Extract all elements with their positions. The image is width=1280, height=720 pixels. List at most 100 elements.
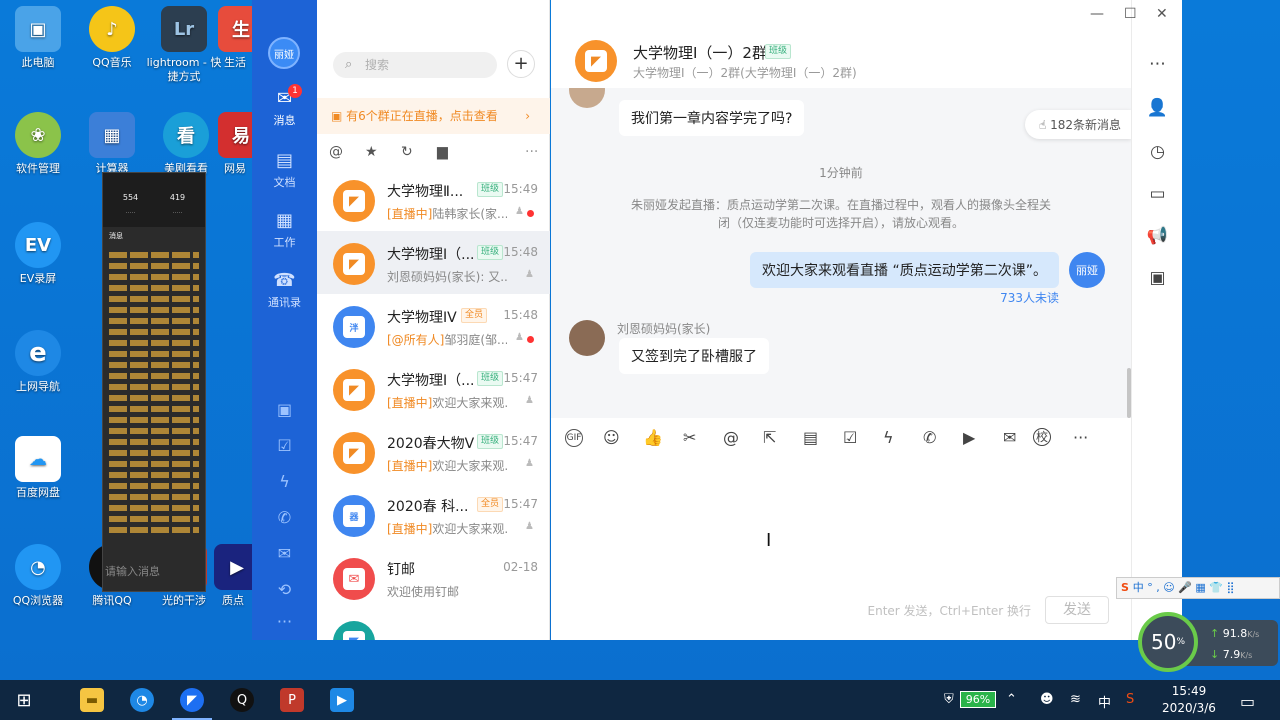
ev-recorder-icon: EV <box>15 222 61 268</box>
mail-icon[interactable]: ✉ <box>1003 428 1016 447</box>
mail-icon[interactable]: ✉ <box>252 544 317 563</box>
panel-message-input[interactable]: 请输入消息 <box>105 563 160 579</box>
conversation-item[interactable]: ◤ 大学物理Ⅱ... 班级 15:49 [直播中]陆韩家长(家... ♟ <box>317 168 550 231</box>
desktop-icon-ie[interactable]: e 上网导航 <box>0 330 76 394</box>
checkbox-icon[interactable]: ☑ <box>843 428 857 447</box>
desktop-icon-lightroom[interactable]: Lr lightroom - 快捷方式 <box>146 6 222 84</box>
archive-filter-icon[interactable]: ▆ <box>437 144 448 160</box>
todo-icon[interactable]: ☑ <box>252 436 317 455</box>
conversation-item[interactable]: ◤ 大学物理I（... 班级 15:47 [直播中]欢迎大家来观... ♟ <box>317 357 550 420</box>
call-icon[interactable]: ✆ <box>923 428 936 447</box>
conversation-item[interactable]: ◤ 2020春大物V 班级 15:47 [直播中]欢迎大家来观... ♟ <box>317 420 550 483</box>
shield-icon[interactable]: ⛨ <box>944 692 954 707</box>
apps-icon[interactable]: ⟲ <box>252 580 317 599</box>
thumbs-up-icon[interactable]: 👍 <box>643 428 663 447</box>
desktop-icon-qq-browser[interactable]: ◔ QQ浏览器 <box>0 544 76 608</box>
message-bubble[interactable]: 我们第一章内容学完了吗? <box>619 100 805 136</box>
sogou-tray-icon[interactable]: S <box>1126 692 1134 707</box>
ime-toolbar[interactable]: S 中 ° , ☺ 🎤 ▦ 👕 ⣿ <box>1116 577 1280 599</box>
announcement-icon[interactable]: 📢 <box>1132 226 1183 246</box>
mention-filter-icon[interactable]: @ <box>329 144 343 160</box>
conversation-item[interactable]: ✉ 钉邮 02-18 欢迎使用钉邮 <box>317 546 550 609</box>
school-icon[interactable]: 校 <box>1033 428 1051 446</box>
file-explorer-icon[interactable]: ▬ <box>80 688 104 712</box>
folder-icon[interactable]: ⇱ <box>763 428 776 447</box>
desktop-icon-calculator[interactable]: ▦ 计算器 <box>74 112 150 176</box>
star-filter-icon[interactable]: ★ <box>365 144 378 160</box>
computer-icon: ▣ <box>15 6 61 52</box>
group-avatar-icon[interactable]: ◤ <box>575 40 617 82</box>
new-messages-button[interactable]: ☝ 182条新消息 <box>1024 110 1131 139</box>
desktop-icon-meiju[interactable]: 看美剧看看 <box>148 112 224 176</box>
user-avatar[interactable]: 丽娅 <box>268 37 300 69</box>
files-icon[interactable]: ▭ <box>1132 184 1183 204</box>
nav-work[interactable]: ▦ 工作 <box>252 210 317 250</box>
live-tv-icon[interactable]: ▣ <box>1132 268 1183 288</box>
calendar-icon[interactable]: ▤ <box>803 428 818 447</box>
calendar-icon[interactable]: ▣ <box>252 400 317 419</box>
desktop-icon-life[interactable]: 生生活 <box>218 6 252 70</box>
ppt-taskbar-icon[interactable]: P <box>280 688 304 712</box>
wifi-icon[interactable]: ≋ <box>1070 692 1081 707</box>
my-message-bubble[interactable]: 欢迎大家来观看直播 “质点运动学第二次课”。 <box>750 252 1059 288</box>
minimize-icon[interactable]: — <box>1090 6 1104 22</box>
battery-indicator[interactable]: 96% <box>960 691 996 708</box>
send-button[interactable]: 发送 <box>1045 596 1109 624</box>
floating-live-panel[interactable]: 554 ····· 419 ····· 消息 请输入消息 <box>102 172 206 592</box>
group-avatar-icon: 器 <box>333 495 375 537</box>
nav-contacts[interactable]: ☎ 通讯录 <box>252 270 317 310</box>
desktop-icon-software-manager[interactable]: ❀ 软件管理 <box>0 112 76 176</box>
gif-icon[interactable]: GIF <box>565 429 583 447</box>
dingtalk-icon[interactable]: ◤ <box>180 688 204 712</box>
unread-count[interactable]: 733人未读 <box>1000 289 1059 306</box>
mention-icon[interactable]: @ <box>723 428 739 447</box>
phone-icon[interactable]: ✆ <box>252 508 317 527</box>
add-member-icon[interactable]: 👤 <box>1132 98 1183 118</box>
nav-messages[interactable]: ✉ 消息 1 <box>252 84 317 128</box>
conversation-item[interactable]: 泮 大学物理IV 全员 15:48 [@所有人]邹羽庭(邹... ♟ <box>317 294 550 357</box>
network-monitor[interactable]: ↑ 91.8K/s ↓ 7.9K/s 50% <box>1138 612 1280 672</box>
live-banner[interactable]: ▣ 有6个群正在直播，点击查看 › <box>317 98 550 134</box>
browser-icon[interactable]: ◔ <box>130 688 154 712</box>
panel-title: 消息 <box>109 232 123 240</box>
scissors-icon[interactable]: ✂ <box>683 428 696 447</box>
conversation-item[interactable]: 器 2020春 科... 全员 15:47 [直播中]欢迎大家来观... ♟ <box>317 483 550 546</box>
group-avatar-icon: ◤ <box>333 432 375 474</box>
message-area[interactable]: 我们第一章内容学完了吗? ☝ 182条新消息 1分钟前 朱丽娅发起直播：质点运动… <box>551 88 1131 418</box>
conversation-item[interactable]: ◤ <box>317 609 550 640</box>
qq-taskbar-icon[interactable]: Q <box>230 688 254 712</box>
history-icon[interactable]: ◷ <box>1132 142 1183 162</box>
add-button[interactable]: + <box>507 50 535 78</box>
more-icon[interactable]: ··· <box>1073 428 1088 447</box>
tv-taskbar-icon[interactable]: ▶ <box>330 688 354 712</box>
notification-icon[interactable]: ▭ <box>1240 692 1255 711</box>
emoji-icon[interactable]: ☺ <box>603 428 620 447</box>
ime-indicator[interactable]: 中 <box>1098 692 1111 711</box>
mute-icon: ♟ <box>515 206 524 217</box>
more-filter-icon[interactable]: ··· <box>525 144 538 160</box>
message-bubble[interactable]: 又签到完了卧槽服了 <box>619 338 769 374</box>
tray-app-icon[interactable]: ☻ <box>1040 692 1054 707</box>
ding-icon[interactable]: ϟ <box>252 472 317 491</box>
nav-documents[interactable]: ▤ 文档 <box>252 150 317 190</box>
chevron-up-icon[interactable]: ⌃ <box>1006 692 1017 707</box>
live-icon[interactable]: ▶ <box>963 428 975 447</box>
maximize-icon[interactable]: ☐ <box>1124 6 1137 22</box>
desktop-icon-qqmusic[interactable]: ♪ QQ音乐 <box>74 6 150 70</box>
conversation-item[interactable]: ◤ 大学物理I（... 班级 15:48 刘恩硕妈妈(家长): 又... ♟ <box>317 231 550 294</box>
chat-side-toolbar: ⋯ 👤 ◷ ▭ 📢 ▣ <box>1131 0 1182 640</box>
group-avatar-icon: ◤ <box>333 621 375 640</box>
windows-start-icon[interactable]: ⊞ <box>12 688 36 712</box>
ding-icon[interactable]: ϟ <box>883 428 894 447</box>
clock[interactable]: 15:49 2020/3/6 <box>1158 683 1220 717</box>
desktop-icon-ev-recorder[interactable]: EV EV录屏 <box>0 222 76 286</box>
more-options-icon[interactable]: ⋯ <box>1132 54 1183 74</box>
search-input[interactable]: ⌕ 搜索 <box>333 52 497 78</box>
close-icon[interactable]: ✕ <box>1156 6 1168 22</box>
more-icon[interactable]: ··· <box>252 612 317 631</box>
desktop-icon-baidu-pan[interactable]: ☁ 百度网盘 <box>0 436 76 500</box>
desktop-icon-this-pc[interactable]: ▣ 此电脑 <box>0 6 76 70</box>
desktop-icon-video[interactable]: ▶ 质点 <box>214 544 252 608</box>
recent-filter-icon[interactable]: ↻ <box>401 144 413 160</box>
desktop-icon-netease[interactable]: 易网易 <box>218 112 252 176</box>
